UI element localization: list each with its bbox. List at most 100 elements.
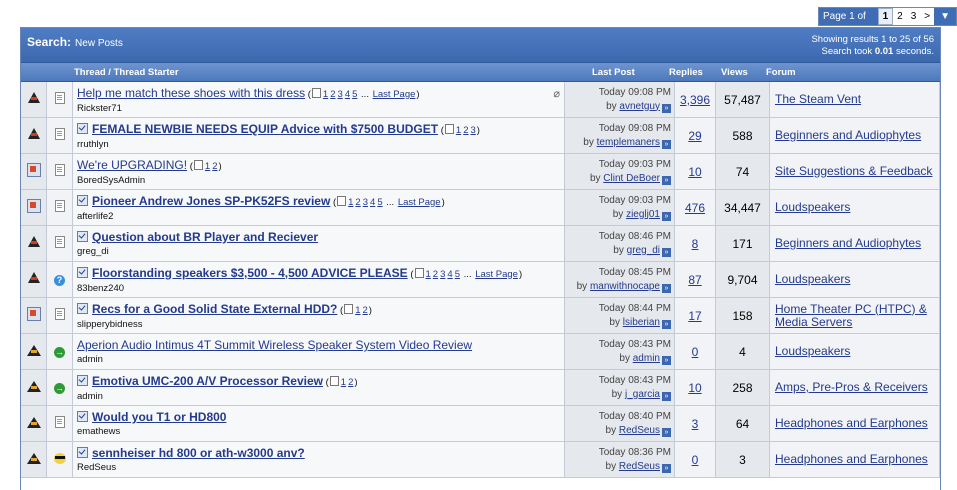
last-post-user[interactable]: lsiberian [623, 317, 660, 328]
page-menu-icon[interactable]: ▼ [934, 8, 956, 25]
thread-page-link[interactable]: 2 [212, 161, 217, 172]
thread-page-link[interactable]: 5 [377, 197, 382, 208]
thread-title-link[interactable]: Emotiva UMC-200 A/V Processor Review [92, 374, 323, 388]
thread-page-link[interactable]: 5 [352, 89, 357, 100]
thread-page-link[interactable]: 1 [341, 377, 346, 388]
last-post-user[interactable]: j_garcia [625, 389, 660, 400]
go-to-last-post-icon[interactable]: » [662, 319, 671, 329]
go-to-last-post-icon[interactable]: » [662, 175, 671, 185]
thread-title-link[interactable]: Help me match these shoes with this dres… [77, 86, 305, 100]
thread-starter[interactable]: emathews [77, 426, 564, 437]
thread-page-link[interactable]: 1 [205, 161, 210, 172]
col-last-post[interactable]: Last Post [592, 67, 635, 78]
go-to-last-post-icon[interactable]: » [662, 103, 671, 113]
replies-link[interactable]: 10 [688, 381, 701, 395]
thread-page-link[interactable]: 1 [426, 269, 431, 280]
replies-link[interactable]: 29 [688, 129, 701, 143]
forum-link[interactable]: The Steam Vent [775, 92, 861, 106]
replies-link[interactable]: 8 [692, 237, 699, 251]
thread-title-link[interactable]: Aperion Audio Intimus 4T Summit Wireless… [77, 338, 472, 352]
go-to-last-post-icon[interactable]: » [662, 139, 671, 149]
forum-link[interactable]: Amps, Pre-Pros & Receivers [775, 380, 928, 394]
thread-page-link[interactable]: 2 [463, 125, 468, 136]
thread-starter[interactable]: RedSeus [77, 462, 564, 473]
last-post-user[interactable]: RedSeus [619, 461, 660, 472]
thread-starter[interactable]: admin [77, 354, 564, 365]
replies-link[interactable]: 10 [688, 165, 701, 179]
last-post-user[interactable]: templemaners [597, 137, 660, 148]
thread-page-link[interactable]: 2 [330, 89, 335, 100]
forum-link[interactable]: Beginners and Audiophytes [775, 128, 921, 142]
thread-page-link[interactable]: 1 [348, 197, 353, 208]
thread-page-link[interactable]: 2 [355, 197, 360, 208]
go-to-last-post-icon[interactable]: » [662, 391, 671, 401]
forum-link[interactable]: Loudspeakers [775, 200, 850, 214]
thread-title-link[interactable]: Question about BR Player and Reciever [92, 230, 318, 244]
page-link-3[interactable]: 3 [907, 8, 921, 25]
thread-title-link[interactable]: We're UPGRADING! [77, 158, 187, 172]
replies-link[interactable]: 0 [692, 345, 699, 359]
go-to-last-post-icon[interactable]: » [662, 283, 671, 293]
thread-starter[interactable]: Rickster71 [77, 103, 564, 114]
col-replies[interactable]: Replies [669, 67, 703, 78]
thread-page-link[interactable]: 5 [455, 269, 460, 280]
last-post-user[interactable]: zieglj01 [626, 209, 660, 220]
forum-link[interactable]: Headphones and Earphones [775, 416, 928, 430]
go-to-last-post-icon[interactable]: » [662, 355, 671, 365]
thread-page-link[interactable]: 3 [338, 89, 343, 100]
forum-link[interactable]: Home Theater PC (HTPC) & Media Servers [775, 302, 927, 329]
thread-title-link[interactable]: Would you T1 or HD800 [92, 410, 226, 424]
col-thread[interactable]: Thread / Thread Starter [74, 67, 179, 78]
thread-starter[interactable]: slipperybidness [77, 319, 564, 330]
thread-starter[interactable]: greg_di [77, 246, 564, 257]
last-post-user[interactable]: avnetguy [619, 101, 660, 112]
thread-page-link[interactable]: 4 [447, 269, 452, 280]
thread-page-link[interactable]: 1 [456, 125, 461, 136]
forum-link[interactable]: Beginners and Audiophytes [775, 236, 921, 250]
thread-starter[interactable]: BoredSysAdmin [77, 175, 564, 186]
last-post-user[interactable]: RedSeus [619, 425, 660, 436]
thread-starter[interactable]: admin [77, 391, 564, 402]
forum-link[interactable]: Loudspeakers [775, 344, 850, 358]
last-post-user[interactable]: greg_di [627, 245, 660, 256]
thread-page-link[interactable]: 3 [470, 125, 475, 136]
thread-last-page-link[interactable]: Last Page [475, 269, 518, 280]
last-post-user[interactable]: admin [633, 353, 660, 364]
thread-last-page-link[interactable]: Last Page [373, 89, 416, 100]
replies-link[interactable]: 476 [685, 201, 705, 215]
page-link-2[interactable]: 2 [893, 8, 907, 25]
thread-page-link[interactable]: 1 [355, 305, 360, 316]
replies-link[interactable]: 17 [688, 309, 701, 323]
thread-page-link[interactable]: 1 [323, 89, 328, 100]
go-to-last-post-icon[interactable]: » [662, 211, 671, 221]
replies-link[interactable]: 0 [692, 453, 699, 467]
replies-link[interactable]: 87 [688, 273, 701, 287]
thread-title-link[interactable]: Floorstanding speakers $3,500 - 4,500 AD… [92, 266, 408, 280]
replies-link[interactable]: 3,396 [680, 93, 710, 107]
thread-page-link[interactable]: 2 [363, 305, 368, 316]
last-post-user[interactable]: manwithnocape [590, 281, 660, 292]
forum-link[interactable]: Site Suggestions & Feedback [775, 164, 932, 178]
thread-starter[interactable]: 83benz240 [77, 283, 564, 294]
col-forum[interactable]: Forum [766, 67, 796, 78]
thread-title-link[interactable]: sennheiser hd 800 or ath-w3000 anv? [92, 446, 305, 460]
thread-page-link[interactable]: 2 [348, 377, 353, 388]
go-to-last-post-icon[interactable]: » [662, 427, 671, 437]
thread-title-link[interactable]: Pioneer Andrew Jones SP-PK52FS review [92, 194, 330, 208]
page-next[interactable]: > [920, 8, 934, 25]
go-to-last-post-icon[interactable]: » [662, 463, 671, 473]
forum-link[interactable]: Headphones and Earphones [775, 452, 928, 466]
thread-starter[interactable]: rruthlyn [77, 139, 564, 150]
thread-page-link[interactable]: 2 [433, 269, 438, 280]
thread-title-link[interactable]: Recs for a Good Solid State External HDD… [92, 302, 337, 316]
thread-last-page-link[interactable]: Last Page [398, 197, 441, 208]
thread-title-link[interactable]: FEMALE NEWBIE NEEDS EQUIP Advice with $7… [92, 122, 438, 136]
thread-starter[interactable]: afterlife2 [77, 211, 564, 222]
thread-page-link[interactable]: 3 [440, 269, 445, 280]
col-views[interactable]: Views [721, 67, 748, 78]
thread-page-link[interactable]: 4 [345, 89, 350, 100]
go-to-last-post-icon[interactable]: » [662, 247, 671, 257]
forum-link[interactable]: Loudspeakers [775, 272, 850, 286]
replies-link[interactable]: 3 [692, 417, 699, 431]
thread-page-link[interactable]: 3 [363, 197, 368, 208]
